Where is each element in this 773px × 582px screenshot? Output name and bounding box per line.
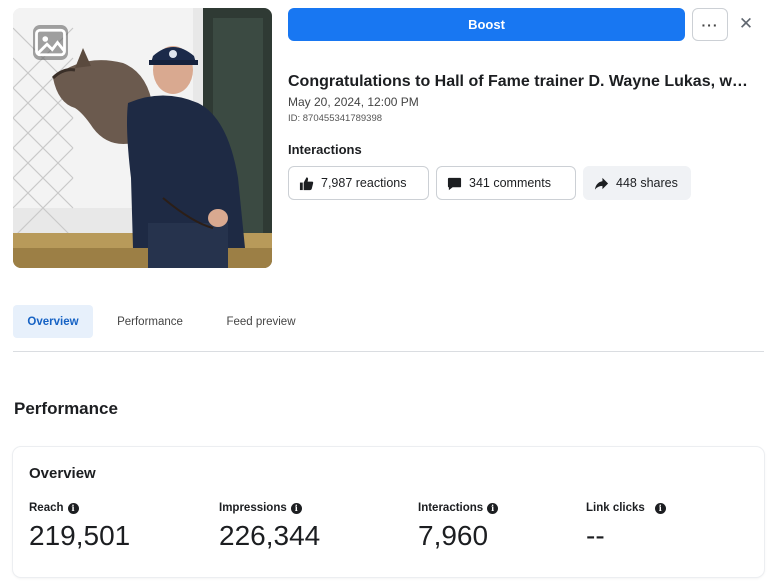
share-icon — [594, 177, 609, 190]
interactions-value: 7,960 — [418, 520, 489, 551]
overview-card-title: Overview — [29, 465, 96, 482]
tab-overview[interactable]: Overview — [13, 305, 93, 338]
shares-chip[interactable]: 448 shares — [583, 166, 691, 200]
impressions-label: Impressions i — [219, 502, 302, 514]
reach-value: 219,501 — [29, 520, 131, 551]
tabs-divider — [13, 351, 764, 352]
tab-performance[interactable]: Performance — [106, 305, 194, 338]
post-date: May 20, 2024, 12:00 PM — [288, 95, 419, 109]
info-icon[interactable]: i — [654, 502, 666, 514]
interactions-heading: Interactions — [288, 142, 362, 157]
reactions-count: 7,987 reactions — [321, 176, 407, 190]
reactions-chip[interactable]: 7,987 reactions — [288, 166, 429, 200]
performance-heading: Performance — [14, 399, 118, 418]
post-id: ID: 870455341789398 — [288, 113, 383, 124]
comments-count: 341 comments — [469, 176, 551, 190]
boost-button[interactable]: Boost — [288, 8, 685, 41]
link-clicks-value: -- — [586, 520, 605, 551]
close-icon: ✕ — [738, 14, 754, 33]
comments-chip[interactable]: 341 comments — [436, 166, 576, 200]
tab-feed-preview[interactable]: Feed preview — [213, 305, 309, 338]
thumbs-up-icon — [299, 176, 314, 190]
impressions-value: 226,344 — [219, 520, 321, 551]
info-icon[interactable]: i — [290, 502, 302, 514]
shares-count: 448 shares — [616, 176, 678, 190]
info-icon[interactable]: i — [67, 502, 79, 514]
post-title: Congratulations to Hall of Fame trainer … — [288, 73, 748, 90]
image-icon — [33, 25, 68, 60]
comment-icon — [447, 177, 462, 190]
info-icon[interactable]: i — [487, 502, 499, 514]
post-image[interactable] — [13, 8, 272, 268]
close-button[interactable]: ✕ — [736, 14, 756, 34]
reach-label: Reach i — [29, 502, 79, 514]
more-options-button[interactable]: ··· — [692, 8, 728, 41]
interactions-metric-label: Interactions i — [418, 502, 499, 514]
link-clicks-label: Link clicks i — [586, 502, 666, 514]
